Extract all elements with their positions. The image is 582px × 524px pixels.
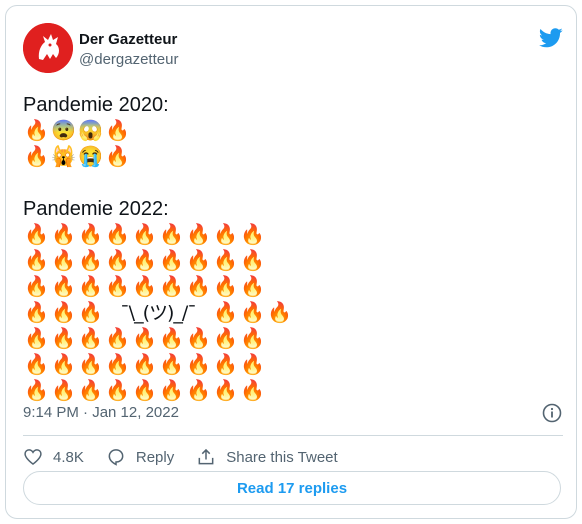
- fire-emoji: 🔥: [105, 328, 130, 350]
- fire-emoji: 🔥: [213, 276, 238, 298]
- reply-label: Reply: [135, 448, 175, 466]
- fire-emoji: 🔥: [132, 250, 157, 272]
- weary-cat-emoji: 🙀: [51, 146, 76, 168]
- fire-emoji: 🔥: [51, 250, 76, 272]
- reply-bubble-icon: [108, 449, 124, 466]
- share-button[interactable]: Share this Tweet: [196, 447, 338, 467]
- emoji-row-2022: 🔥 🔥 🔥 ¯\_(ツ)_/¯ 🔥 🔥 🔥: [23, 300, 293, 326]
- author-display-name[interactable]: Der Gazetteur: [79, 30, 178, 50]
- reply-button[interactable]: Reply: [106, 447, 174, 467]
- fire-emoji: 🔥: [240, 354, 265, 376]
- fire-emoji: 🔥: [51, 224, 76, 246]
- emoji-row-2022: 🔥 🔥 🔥 🔥 🔥 🔥 🔥 🔥 🔥: [23, 274, 293, 300]
- fire-emoji: 🔥: [132, 224, 157, 246]
- emoji-row-2020-1: 🔥 😨 😱 🔥: [23, 118, 293, 144]
- fearful-face-emoji: 😨: [51, 120, 76, 142]
- like-button[interactable]: 4.8K: [23, 447, 84, 467]
- fire-emoji: 🔥: [24, 276, 49, 298]
- divider: [23, 435, 563, 436]
- fire-emoji: 🔥: [213, 224, 238, 246]
- fire-emoji: 🔥: [240, 302, 265, 324]
- fire-emoji: 🔥: [78, 224, 103, 246]
- fire-emoji: 🔥: [132, 354, 157, 376]
- fire-emoji: 🔥: [186, 250, 211, 272]
- fire-emoji: 🔥: [105, 120, 130, 142]
- fire-emoji: 🔥: [24, 250, 49, 272]
- heading-2020: Pandemie 2020:: [23, 94, 169, 116]
- fire-emoji: 🔥: [159, 328, 184, 350]
- fire-emoji: 🔥: [159, 250, 184, 272]
- twitter-bird-icon[interactable]: [539, 27, 563, 49]
- share-label: Share this Tweet: [226, 448, 338, 466]
- fire-emoji: 🔥: [105, 276, 130, 298]
- fire-emoji: 🔥: [159, 276, 184, 298]
- share-icon: [198, 448, 214, 465]
- fire-emoji: 🔥: [213, 354, 238, 376]
- tweet-text: Pandemie 2020: 🔥 😨 😱 🔥 🔥 🙀 😭 🔥 Pandemie 2022: …: [23, 92, 293, 404]
- fire-emoji: 🔥: [159, 354, 184, 376]
- fire-emoji: 🔥: [24, 302, 49, 324]
- shrug-text: ¯\_(ツ)_/¯: [120, 302, 197, 324]
- fire-emoji: 🔥: [186, 276, 211, 298]
- emoji-grid-2022: 🔥 🔥 🔥 🔥 🔥 🔥 🔥 🔥 🔥 🔥 🔥 🔥 🔥 🔥 🔥 🔥 🔥 🔥 🔥 🔥 🔥 🔥 🔥 🔥 🔥 🔥 🔥 🔥 🔥 🔥 ¯\_(ツ)_/¯ 🔥…: [23, 222, 293, 404]
- fire-emoji: 🔥: [24, 146, 49, 168]
- fire-emoji: 🔥: [105, 146, 130, 168]
- emoji-row-2020-2: 🔥 🙀 😭 🔥: [23, 144, 293, 170]
- tweet-card: Der Gazetteur @dergazetteur Pandemie 202…: [5, 5, 577, 519]
- fire-emoji: 🔥: [186, 224, 211, 246]
- fire-emoji: 🔥: [186, 354, 211, 376]
- fire-emoji: 🔥: [267, 302, 292, 324]
- emoji-row-2022: 🔥 🔥 🔥 🔥 🔥 🔥 🔥 🔥 🔥: [23, 222, 293, 248]
- fire-emoji: 🔥: [51, 328, 76, 350]
- fire-emoji: 🔥: [240, 276, 265, 298]
- fire-emoji: 🔥: [132, 328, 157, 350]
- fire-emoji: 🔥: [213, 302, 238, 324]
- emoji-row-2022: 🔥 🔥 🔥 🔥 🔥 🔥 🔥 🔥 🔥: [23, 326, 293, 352]
- fire-emoji: 🔥: [186, 328, 211, 350]
- red-dragon-avatar-icon[interactable]: [23, 23, 73, 73]
- screaming-face-emoji: 😱: [78, 120, 103, 142]
- emoji-row-2022: 🔥 🔥 🔥 🔥 🔥 🔥 🔥 🔥 🔥: [23, 248, 293, 274]
- fire-emoji: 🔥: [78, 250, 103, 272]
- fire-emoji: 🔥: [105, 250, 130, 272]
- fire-emoji: 🔥: [132, 276, 157, 298]
- fire-emoji: 🔥: [78, 276, 103, 298]
- fire-emoji: 🔥: [78, 328, 103, 350]
- fire-emoji: 🔥: [240, 224, 265, 246]
- fire-emoji: 🔥: [24, 354, 49, 376]
- fire-emoji: 🔥: [24, 328, 49, 350]
- fire-emoji: 🔥: [78, 354, 103, 376]
- fire-emoji: 🔥: [213, 250, 238, 272]
- read-replies-button[interactable]: Read 17 replies: [23, 471, 561, 505]
- fire-emoji: 🔥: [24, 120, 49, 142]
- fire-emoji: 🔥: [105, 224, 130, 246]
- like-count: 4.8K: [53, 448, 84, 466]
- fire-emoji: 🔥: [51, 276, 76, 298]
- author-names: Der Gazetteur @dergazetteur: [79, 30, 178, 70]
- info-icon[interactable]: [541, 402, 563, 424]
- tweet-actions: 4.8K Reply Share this Tweet: [23, 443, 360, 471]
- fire-emoji: 🔥: [24, 224, 49, 246]
- timestamp-row: 9:14 PM · Jan 12, 2022: [23, 401, 563, 425]
- fire-emoji: 🔥: [240, 250, 265, 272]
- fire-emoji: 🔥: [105, 354, 130, 376]
- author-handle[interactable]: @dergazetteur: [79, 50, 178, 70]
- fire-emoji: 🔥: [51, 302, 76, 324]
- fire-emoji: 🔥: [213, 328, 238, 350]
- fire-emoji: 🔥: [78, 302, 103, 324]
- heart-icon: [24, 449, 42, 466]
- emoji-row-2022: 🔥 🔥 🔥 🔥 🔥 🔥 🔥 🔥 🔥: [23, 352, 293, 378]
- fire-emoji: 🔥: [240, 328, 265, 350]
- crying-face-emoji: 😭: [78, 146, 103, 168]
- fire-emoji: 🔥: [51, 354, 76, 376]
- fire-emoji: 🔥: [159, 224, 184, 246]
- heading-2022: Pandemie 2022:: [23, 198, 169, 220]
- tweet-header: Der Gazetteur @dergazetteur: [23, 23, 563, 75]
- tweet-timestamp[interactable]: 9:14 PM · Jan 12, 2022: [23, 404, 179, 421]
